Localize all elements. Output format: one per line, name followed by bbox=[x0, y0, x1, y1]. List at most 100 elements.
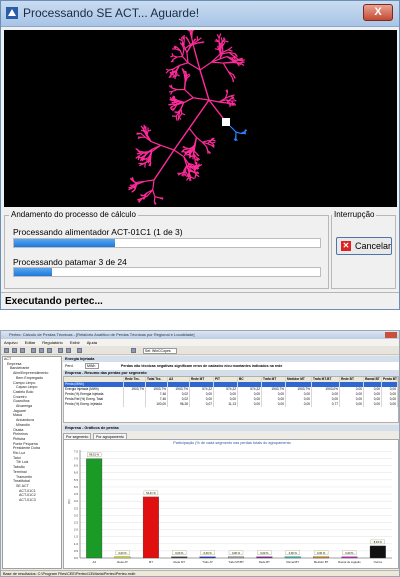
data-label: 0,00 % bbox=[260, 551, 269, 555]
chart-bar bbox=[199, 556, 216, 559]
network-segment bbox=[176, 74, 180, 77]
level-progress-label: Processando patamar 3 de 24 bbox=[13, 257, 127, 267]
network-segment bbox=[175, 111, 179, 114]
zoom-icon[interactable] bbox=[66, 348, 71, 353]
print-icon[interactable] bbox=[77, 348, 82, 353]
dialog-title: Processando SE ACT... Aguarde! bbox=[23, 6, 200, 20]
menu-regulatorio[interactable]: Regulatório bbox=[42, 340, 62, 345]
network-segment bbox=[196, 136, 203, 143]
network-segment bbox=[152, 179, 155, 190]
network-segment bbox=[183, 97, 194, 104]
network-segment bbox=[170, 74, 172, 78]
chart-panel-header: Empresa - Gráficos de perdas bbox=[63, 425, 399, 431]
tree-node[interactable]: ACT-01C3 bbox=[3, 498, 61, 503]
network-segment bbox=[165, 68, 170, 71]
report-icon[interactable] bbox=[39, 348, 44, 353]
y-axis-label: (%) bbox=[67, 499, 71, 504]
y-tick-label: 6.5 bbox=[74, 464, 79, 468]
network-segment bbox=[140, 194, 144, 197]
data-label: 0,00 % bbox=[119, 551, 128, 555]
x-tick-label: Rede BT bbox=[259, 560, 270, 564]
losses-note: Perdas não técnicas negativas significam… bbox=[121, 364, 283, 368]
network-segment bbox=[188, 127, 197, 138]
network-segment bbox=[137, 180, 145, 183]
network-segment bbox=[197, 37, 202, 42]
menu-ajuda[interactable]: Ajuda bbox=[87, 340, 97, 345]
help-icon[interactable] bbox=[131, 348, 136, 353]
y-tick-label: 5.5 bbox=[74, 478, 79, 482]
y-tick-label: 3.5 bbox=[74, 506, 79, 510]
y-tick-label: 2.5 bbox=[74, 520, 79, 524]
network-segment bbox=[231, 77, 235, 83]
map-icon[interactable] bbox=[58, 348, 63, 353]
menu-editar[interactable]: Editar bbox=[25, 340, 35, 345]
main-close-button[interactable] bbox=[385, 332, 397, 338]
y-tick-label: 0.0 bbox=[74, 556, 79, 560]
dialog-titlebar: Processando SE ACT... Aguarde! X bbox=[1, 1, 399, 27]
network-segment bbox=[172, 103, 178, 106]
network-segment bbox=[199, 61, 212, 71]
loss-chart: Participação (% de cada segmento nas per… bbox=[63, 439, 399, 569]
network-view bbox=[4, 30, 397, 207]
y-tick-label: 0.5 bbox=[74, 549, 79, 553]
chart-bar bbox=[171, 556, 188, 559]
y-tick-label: 2.0 bbox=[74, 528, 79, 532]
status-bar: Base de resultados: C:\Program Files\CEE… bbox=[1, 570, 399, 576]
menu-bar: Arquivo Editar Regulatório Exibir Ajuda bbox=[1, 339, 399, 346]
network-segment bbox=[160, 144, 175, 151]
table-cell: 0,00 bbox=[340, 402, 364, 407]
x-tick-label: Ramal de Ligação bbox=[338, 560, 361, 564]
data-label: 86,51 % bbox=[89, 453, 99, 457]
network-segment bbox=[194, 174, 197, 179]
chart-bar bbox=[256, 556, 273, 559]
open-icon[interactable] bbox=[12, 348, 17, 353]
summary-table[interactable]: Rede Tec. Total Tec. A3 Rede MT PIT BC Trafo M… bbox=[63, 376, 399, 423]
network-segment bbox=[230, 94, 235, 97]
y-tick-label: 1.5 bbox=[74, 535, 79, 539]
main-window-title: Pertec: Cálculo de Perdas Técnicas - [Re… bbox=[9, 332, 195, 337]
network-segment bbox=[229, 125, 237, 133]
menu-arquivo[interactable]: Arquivo bbox=[4, 340, 18, 345]
table-cell: 0,00 bbox=[364, 402, 382, 407]
chart-bar bbox=[114, 556, 131, 559]
save-icon[interactable] bbox=[20, 348, 25, 353]
x-tick-label: Ramal BT bbox=[287, 560, 300, 564]
menu-exibir[interactable]: Exibir bbox=[70, 340, 80, 345]
network-segment bbox=[183, 152, 187, 157]
toolbar: Sel: WinCCopes bbox=[1, 346, 399, 355]
report-area: Energia Injetada Perd. MWh Perdas não té… bbox=[63, 356, 399, 569]
network-segment bbox=[179, 50, 184, 57]
close-button[interactable]: X bbox=[363, 4, 393, 21]
network-segment bbox=[222, 62, 229, 72]
data-label: 52,41 % bbox=[146, 491, 156, 495]
network-segment bbox=[168, 90, 173, 93]
cancel-button[interactable]: ✕ Cancelar bbox=[336, 237, 392, 255]
chart-bar bbox=[313, 556, 330, 559]
table-cell: 11,13 bbox=[214, 402, 238, 407]
period-select[interactable]: MWh bbox=[85, 363, 99, 369]
chart-icon[interactable] bbox=[47, 348, 52, 353]
network-segment bbox=[172, 55, 178, 58]
network-segment bbox=[152, 189, 156, 197]
tree-view[interactable]: ACT Empresa Bandeirante Alim/Empreendimento… bbox=[2, 356, 62, 569]
table-cell: 0,00 bbox=[286, 402, 312, 407]
run-icon[interactable] bbox=[31, 348, 36, 353]
network-segment bbox=[214, 48, 219, 51]
y-tick-label: 7.0 bbox=[74, 457, 79, 461]
network-segment bbox=[169, 99, 174, 101]
new-icon[interactable] bbox=[4, 348, 9, 353]
data-label: 0,00 % bbox=[345, 551, 354, 555]
y-tick-label: 7.5 bbox=[74, 449, 79, 453]
network-segment bbox=[136, 152, 142, 155]
network-segment bbox=[179, 113, 183, 117]
toolbar-combo[interactable]: Sel: WinCCopes bbox=[143, 348, 177, 354]
table-cell: 0,77 bbox=[312, 402, 340, 407]
cancel-x-icon: ✕ bbox=[341, 241, 351, 251]
chart-svg: 0.0 0.5 1.0 1.5 2.0 2.5 3.0 3.5 4.0 4.5 5.0 5.5 6.0 6… bbox=[67, 449, 392, 564]
summary-panel-title: Empresa - Resumo das perdas por segmento bbox=[65, 371, 147, 375]
network-segment bbox=[175, 116, 178, 121]
table-cell: 0,00 bbox=[382, 402, 398, 407]
network-segment bbox=[222, 49, 229, 53]
chart-panel-title: Empresa - Gráficos de perdas bbox=[65, 426, 119, 430]
level-progress-bar bbox=[13, 267, 321, 277]
